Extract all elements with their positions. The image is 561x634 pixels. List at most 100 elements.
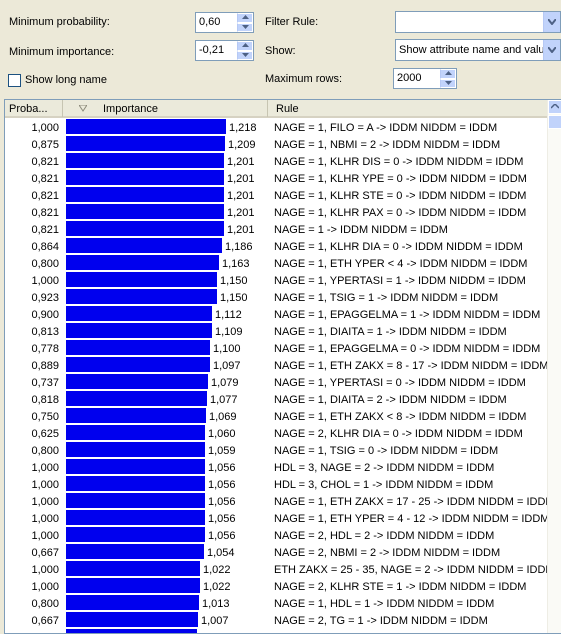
spin-down-button[interactable] bbox=[237, 22, 253, 32]
probability-cell: 1,000 bbox=[31, 581, 59, 593]
probability-cell: 1,000 bbox=[31, 530, 59, 542]
show-value[interactable]: Show attribute name and value bbox=[399, 44, 551, 56]
rule-cell: NAGE = 1, TSIG = 1 -> IDDM NIDDM = IDDM bbox=[274, 292, 499, 304]
min-importance-value[interactable]: -0,21 bbox=[199, 44, 224, 56]
table-row[interactable]: 0,800 1,163 NAGE = 1, ETH YPER < 4 -> IDDM… bbox=[5, 255, 548, 272]
rule-cell: NAGE = 1, KLHR YPE = 0 -> IDDM NIDDM = I… bbox=[274, 173, 527, 185]
rule-cell: NAGE = 1, NBMI = 2 -> IDDM NIDDM = IDDM bbox=[274, 139, 501, 151]
table-row[interactable]: 0,813 1,109 NAGE = 1, DIAITA = 1 -> IDDM N… bbox=[5, 323, 548, 340]
chevron-up-icon bbox=[242, 43, 249, 47]
rule-cell: NAGE = 1, KLHR DIA = 0 -> IDDM NIDDM = I… bbox=[274, 241, 523, 253]
table-row[interactable]: 1,000 1,150 NAGE = 1, YPERTASI = 1 -> IDDM… bbox=[5, 272, 548, 289]
table-row[interactable]: 1,000 1,056 HDL = 3, CHOL = 1 -> IDDM NIDD… bbox=[5, 476, 548, 493]
table-row[interactable]: 0,821 1,201 NAGE = 1, KLHR DIS = 0 -> IDDM… bbox=[5, 153, 548, 170]
min-probability-spinner[interactable]: 0,60 bbox=[195, 12, 254, 33]
table-row[interactable]: 0,737 1,079 NAGE = 1, YPERTASI = 0 -> IDDM… bbox=[5, 374, 548, 391]
table-row[interactable]: 1,000 1,056 HDL = 3, NAGE = 2 -> IDDM NIDD… bbox=[5, 459, 548, 476]
probability-cell: 0,667 bbox=[31, 547, 59, 559]
importance-value: 1,150 bbox=[220, 275, 248, 287]
probability-cell: 0,667 bbox=[31, 615, 59, 627]
dropdown-button[interactable] bbox=[543, 12, 560, 32]
filter-rule-label: Filter Rule: bbox=[265, 16, 319, 28]
table-row[interactable]: 0,800 1,013 NAGE = 1, HDL = 1 -> IDDM NIDD… bbox=[5, 595, 548, 612]
probability-cell: 0,900 bbox=[31, 309, 59, 321]
filter-rule-combobox[interactable] bbox=[395, 11, 561, 33]
rule-cell: NAGE = 2, KLHR DIA = 0 -> IDDM NIDDM = I… bbox=[274, 428, 523, 440]
table-row[interactable]: 0,923 1,150 NAGE = 1, TSIG = 1 -> IDDM NID… bbox=[5, 289, 548, 306]
importance-value: 1,056 bbox=[208, 479, 236, 491]
rules-grid[interactable]: Proba... Importance Rule 1,000 1,218 NAGE … bbox=[4, 99, 561, 634]
importance-bar bbox=[66, 408, 206, 423]
table-row[interactable]: 1,000 1,056 NAGE = 1, ETH ZAKX = 17 - 25 -… bbox=[5, 493, 555, 510]
probability-cell: 0,875 bbox=[31, 139, 59, 151]
probability-cell: 0,737 bbox=[31, 377, 59, 389]
table-row[interactable]: 1,000 bbox=[5, 629, 548, 633]
column-header-probability[interactable]: Proba... bbox=[5, 100, 63, 117]
importance-bar bbox=[66, 510, 205, 525]
table-row[interactable]: 0,900 1,112 NAGE = 1, EPAGGELMA = 1 -> IDD… bbox=[5, 306, 548, 323]
probability-cell: 0,625 bbox=[31, 428, 59, 440]
spin-up-button[interactable] bbox=[237, 41, 253, 51]
spin-up-button[interactable] bbox=[440, 69, 456, 79]
rule-cell: NAGE = 1, YPERTASI = 1 -> IDDM NIDDM = I… bbox=[274, 275, 526, 287]
table-row[interactable]: 1,000 1,218 NAGE = 1, FILO = A -> IDDM NID… bbox=[5, 119, 548, 136]
rule-cell: HDL = 3, CHOL = 1 -> IDDM NIDDM = IDDM bbox=[274, 479, 494, 491]
table-row[interactable]: 1,000 1,056 NAGE = 2, HDL = 2 -> IDDM NIDD… bbox=[5, 527, 548, 544]
importance-bar bbox=[66, 272, 217, 287]
importance-bar bbox=[66, 374, 208, 389]
max-rows-spinner[interactable]: 2000 bbox=[393, 68, 457, 89]
probability-cell: 0,818 bbox=[31, 394, 59, 406]
spin-up-button[interactable] bbox=[237, 13, 253, 23]
importance-bar bbox=[66, 306, 212, 321]
importance-value: 1,054 bbox=[207, 547, 235, 559]
rule-cell: NAGE = 1, ETH ZAKX = 8 - 17 -> IDDM NIDD… bbox=[274, 360, 549, 372]
rule-cell: NAGE = 1, EPAGGELMA = 0 -> IDDM NIDDM = … bbox=[274, 343, 541, 355]
table-row[interactable]: 0,864 1,186 NAGE = 1, KLHR DIA = 0 -> IDDM… bbox=[5, 238, 548, 255]
importance-bar bbox=[66, 425, 205, 440]
scroll-thumb[interactable] bbox=[548, 115, 561, 129]
show-combobox[interactable]: Show attribute name and value bbox=[395, 39, 561, 61]
spin-down-button[interactable] bbox=[440, 78, 456, 88]
max-rows-value[interactable]: 2000 bbox=[397, 72, 421, 84]
min-importance-spinner[interactable]: -0,21 bbox=[195, 40, 254, 61]
column-header-importance[interactable]: Importance bbox=[63, 100, 268, 117]
table-row[interactable]: 0,821 1,201 NAGE = 1, KLHR YPE = 0 -> IDDM… bbox=[5, 170, 548, 187]
table-row[interactable]: 0,821 1,201 NAGE = 1 -> IDDM NIDDM = IDDM bbox=[5, 221, 548, 238]
dropdown-button[interactable] bbox=[543, 40, 560, 60]
importance-value: 1,201 bbox=[227, 156, 255, 168]
spin-down-button[interactable] bbox=[237, 50, 253, 60]
vertical-scrollbar[interactable] bbox=[547, 100, 561, 633]
show-long-name-checkbox[interactable] bbox=[8, 74, 21, 87]
table-row[interactable]: 0,821 1,201 NAGE = 1, KLHR STE = 0 -> IDDM… bbox=[5, 187, 548, 204]
rule-cell: NAGE = 1, KLHR STE = 0 -> IDDM NIDDM = I… bbox=[274, 190, 527, 202]
table-row[interactable]: 0,818 1,077 NAGE = 1, DIAITA = 2 -> IDDM N… bbox=[5, 391, 548, 408]
table-row[interactable]: 1,000 1,056 NAGE = 1, ETH YPER = 4 - 12 ->… bbox=[5, 510, 549, 527]
importance-bar bbox=[66, 255, 219, 270]
table-row[interactable]: 0,800 1,059 NAGE = 1, TSIG = 0 -> IDDM NID… bbox=[5, 442, 548, 459]
scroll-up-button[interactable] bbox=[548, 100, 561, 114]
table-row[interactable]: 0,625 1,060 NAGE = 2, KLHR DIA = 0 -> IDDM… bbox=[5, 425, 548, 442]
table-row[interactable]: 1,000 1,022 NAGE = 2, KLHR STE = 1 -> IDDM… bbox=[5, 578, 548, 595]
importance-bar bbox=[66, 459, 205, 474]
column-header-rule[interactable]: Rule bbox=[268, 100, 548, 117]
table-row[interactable]: 0,778 1,100 NAGE = 1, EPAGGELMA = 0 -> IDD… bbox=[5, 340, 548, 357]
table-row[interactable]: 0,667 1,007 NAGE = 2, TG = 1 -> IDDM NIDDM… bbox=[5, 612, 548, 629]
importance-bar bbox=[66, 357, 210, 372]
table-row[interactable]: 0,875 1,209 NAGE = 1, NBMI = 2 -> IDDM NID… bbox=[5, 136, 548, 153]
importance-bar bbox=[66, 340, 210, 355]
table-row[interactable]: 0,667 1,054 NAGE = 2, NBMI = 2 -> IDDM NID… bbox=[5, 544, 548, 561]
table-row[interactable]: 0,750 1,069 NAGE = 1, ETH ZAKX < 8 -> IDDM… bbox=[5, 408, 548, 425]
table-row[interactable]: 0,889 1,097 NAGE = 1, ETH ZAKX = 8 - 17 ->… bbox=[5, 357, 548, 374]
importance-value: 1,022 bbox=[203, 564, 231, 576]
importance-bar bbox=[66, 544, 204, 559]
rule-cell: NAGE = 1, EPAGGELMA = 1 -> IDDM NIDDM = … bbox=[274, 309, 541, 321]
table-row[interactable]: 1,000 1,022 ETH ZAKX = 25 - 35, NAGE = 2 -… bbox=[5, 561, 555, 578]
table-row[interactable]: 0,821 1,201 NAGE = 1, KLHR PAX = 0 -> IDDM… bbox=[5, 204, 548, 221]
importance-bar bbox=[66, 595, 199, 610]
importance-bar bbox=[66, 629, 197, 633]
show-long-name-label[interactable]: Show long name bbox=[25, 74, 107, 86]
importance-value: 1,056 bbox=[208, 496, 236, 508]
rule-cell: NAGE = 1, DIAITA = 1 -> IDDM NIDDM = IDD… bbox=[274, 326, 507, 338]
min-probability-value[interactable]: 0,60 bbox=[199, 16, 220, 28]
rule-cell: NAGE = 2, KLHR STE = 1 -> IDDM NIDDM = I… bbox=[274, 581, 527, 593]
